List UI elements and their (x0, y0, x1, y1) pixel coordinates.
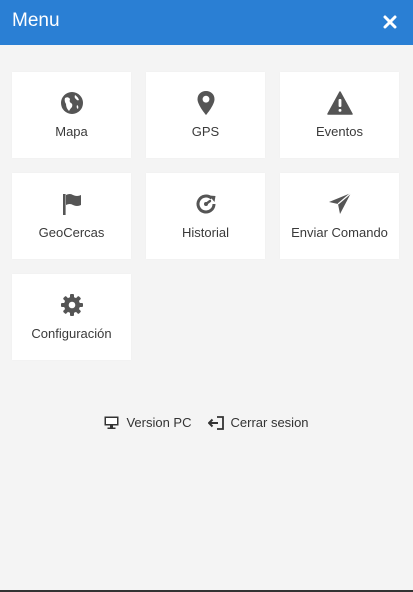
send-icon (327, 191, 353, 217)
menu-item-label: Mapa (55, 124, 88, 139)
close-icon (383, 15, 397, 29)
cerrar-sesion-label: Cerrar sesion (230, 415, 309, 430)
menu-item-enviar-comando[interactable]: Enviar Comando (280, 173, 399, 259)
menu-title: Menu (12, 10, 60, 31)
version-pc-label: Version PC (126, 415, 192, 430)
footer-links: Version PC Cerrar sesion (0, 415, 413, 430)
version-pc-link[interactable]: Version PC (104, 415, 192, 430)
menu-header: Menu (0, 0, 413, 45)
menu-item-label: Configuración (31, 326, 112, 341)
menu-item-geocercas[interactable]: GeoCercas (12, 173, 131, 259)
menu-item-mapa[interactable]: Mapa (12, 72, 131, 158)
history-icon (193, 191, 219, 217)
globe-icon (59, 90, 85, 116)
menu-item-historial[interactable]: Historial (146, 173, 265, 259)
menu-item-label: GPS (191, 124, 220, 139)
monitor-icon (104, 416, 119, 429)
menu-item-gps[interactable]: GPS (146, 72, 265, 158)
map-marker-icon (193, 90, 219, 116)
cerrar-sesion-link[interactable]: Cerrar sesion (207, 415, 309, 430)
warning-icon (326, 90, 353, 116)
menu-item-label: GeoCercas (38, 225, 105, 240)
flag-icon (59, 191, 85, 217)
gear-icon (59, 292, 85, 318)
menu-item-label: Historial (182, 225, 229, 240)
menu-item-label: Enviar Comando (291, 225, 388, 240)
menu-item-configuracion[interactable]: Configuración (12, 274, 131, 360)
sign-out-icon (207, 415, 224, 430)
menu-item-label: Eventos (316, 124, 363, 139)
menu-item-eventos[interactable]: Eventos (280, 72, 399, 158)
close-button[interactable] (377, 9, 403, 35)
